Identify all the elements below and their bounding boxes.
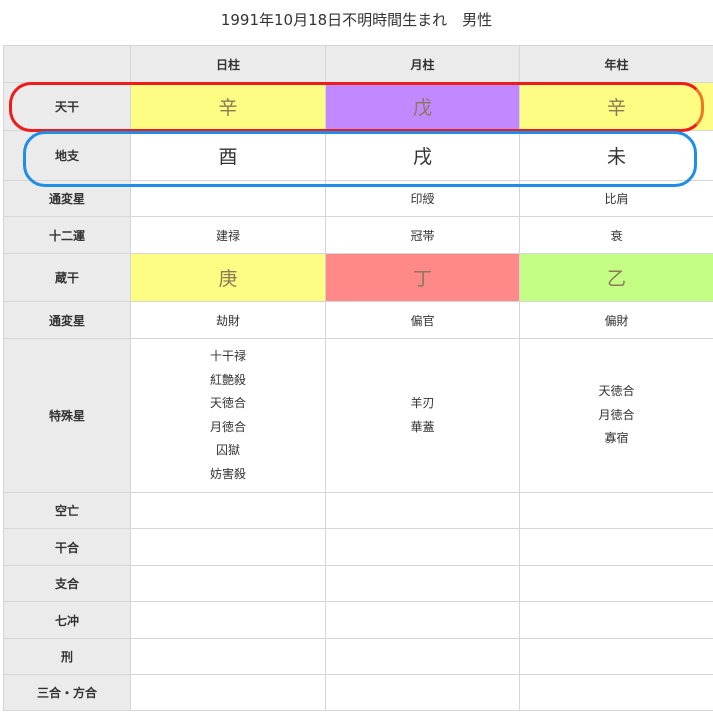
row-label-kuubou: 空亡 bbox=[3, 492, 131, 529]
column-header-year: 年柱 bbox=[519, 45, 713, 83]
row-label-shigou: 支合 bbox=[3, 565, 131, 602]
kei-year bbox=[519, 638, 713, 675]
tokushu-month: 羊刃 華蓋 bbox=[325, 338, 520, 493]
sangou-year bbox=[519, 674, 713, 711]
tsuhen2-month: 偏官 bbox=[325, 301, 520, 339]
row-label-zoukan: 蔵干 bbox=[3, 253, 131, 302]
list-item: 妨害殺 bbox=[209, 466, 246, 481]
row-label-kei: 刑 bbox=[3, 638, 131, 675]
list-item: 寡宿 bbox=[604, 431, 629, 446]
table-row-chishi: 地支 酉 戌 未 bbox=[3, 130, 713, 181]
shigou-year bbox=[519, 565, 713, 602]
tokushu-year: 天徳合 月徳合 寡宿 bbox=[519, 338, 713, 493]
shichichuu-day bbox=[130, 601, 326, 639]
shichichuu-month bbox=[325, 601, 520, 639]
shigou-day bbox=[130, 565, 326, 602]
list-item: 天徳合 bbox=[598, 384, 635, 399]
page-title: 1991年10月18日不明時間生まれ 男性 bbox=[220, 11, 493, 29]
shichichuu-year bbox=[519, 601, 713, 639]
row-label-chishi: 地支 bbox=[3, 130, 131, 181]
table-row-juuni: 十二運 建禄 冠帯 衰 bbox=[3, 216, 713, 254]
column-header-day: 日柱 bbox=[130, 45, 326, 83]
kangou-day bbox=[130, 528, 326, 566]
list-item: 囚獄 bbox=[215, 443, 240, 457]
tsuhen1-year: 比肩 bbox=[519, 180, 713, 217]
shigou-month bbox=[325, 565, 520, 602]
kei-day bbox=[130, 638, 326, 675]
list-item: 十干禄 bbox=[209, 349, 246, 363]
kuubou-month bbox=[325, 492, 520, 529]
kei-month bbox=[325, 638, 520, 675]
table-row-tsuhen2: 通変星 劫財 偏官 偏財 bbox=[3, 301, 713, 339]
zoukan-day: 庚 bbox=[130, 253, 326, 302]
tsuhen2-year: 偏財 bbox=[519, 301, 713, 339]
row-label-juuni: 十二運 bbox=[3, 216, 131, 254]
chishi-year: 未 bbox=[519, 130, 713, 181]
table-row-tsuhen1: 通変星 印綬 比肩 bbox=[3, 180, 713, 217]
row-label-shichichuu: 七冲 bbox=[3, 601, 131, 639]
tenkan-month: 戊 bbox=[325, 82, 520, 131]
zoukan-month: 丁 bbox=[325, 253, 520, 302]
kangou-month bbox=[325, 528, 520, 566]
row-label-tsuhen1: 通変星 bbox=[3, 180, 131, 217]
meishiki-table: 日柱 月柱 年柱 天干 辛 戊 辛 地支 酉 戌 未 通変星 印綬 比肩 十二運… bbox=[3, 45, 713, 711]
row-label-kangou: 干合 bbox=[3, 528, 131, 566]
list-item: 紅艶殺 bbox=[209, 372, 246, 387]
sangou-day bbox=[130, 674, 326, 711]
kuubou-year bbox=[519, 492, 713, 529]
table-row-zoukan: 蔵干 庚 丁 乙 bbox=[3, 253, 713, 302]
table-row-tenkan: 天干 辛 戊 辛 bbox=[3, 82, 713, 131]
kuubou-day bbox=[130, 492, 326, 529]
corner-cell bbox=[3, 45, 131, 83]
table-row-shigou: 支合 bbox=[3, 565, 713, 602]
column-header-month: 月柱 bbox=[325, 45, 520, 83]
tsuhen2-day: 劫財 bbox=[130, 301, 326, 339]
list-item: 月徳合 bbox=[209, 419, 246, 434]
juuni-year: 衰 bbox=[519, 216, 713, 254]
tenkan-year: 辛 bbox=[519, 82, 713, 131]
juuni-month: 冠帯 bbox=[325, 216, 520, 254]
table-row-sangou: 三合・方合 bbox=[3, 674, 713, 711]
table-row-kuubou: 空亡 bbox=[3, 492, 713, 529]
row-label-tsuhen2: 通変星 bbox=[3, 301, 131, 339]
list-item: 華蓋 bbox=[410, 419, 435, 434]
list-item: 月徳合 bbox=[598, 407, 635, 422]
juuni-day: 建禄 bbox=[130, 216, 326, 254]
chishi-month: 戌 bbox=[325, 130, 520, 181]
row-label-tenkan: 天干 bbox=[3, 82, 131, 131]
table-row-tokushu: 特殊星 十干禄 紅艶殺 天徳合 月徳合 囚獄 妨害殺 羊刃 華蓋 天徳合 月徳合… bbox=[3, 338, 713, 493]
tsuhen1-day bbox=[130, 180, 326, 217]
zoukan-year: 乙 bbox=[519, 253, 713, 302]
list-item: 羊刃 bbox=[410, 396, 435, 410]
table-row-kei: 刑 bbox=[3, 638, 713, 675]
kangou-year bbox=[519, 528, 713, 566]
row-label-tokushu: 特殊星 bbox=[3, 338, 131, 493]
sangou-month bbox=[325, 674, 520, 711]
table-row-shichichuu: 七冲 bbox=[3, 601, 713, 639]
tokushu-day: 十干禄 紅艶殺 天徳合 月徳合 囚獄 妨害殺 bbox=[130, 338, 326, 493]
chishi-day: 酉 bbox=[130, 130, 326, 181]
tsuhen1-month: 印綬 bbox=[325, 180, 520, 217]
row-label-sangou: 三合・方合 bbox=[3, 674, 131, 711]
tenkan-day: 辛 bbox=[130, 82, 326, 131]
table-row-kangou: 干合 bbox=[3, 528, 713, 566]
list-item: 天徳合 bbox=[209, 396, 246, 410]
